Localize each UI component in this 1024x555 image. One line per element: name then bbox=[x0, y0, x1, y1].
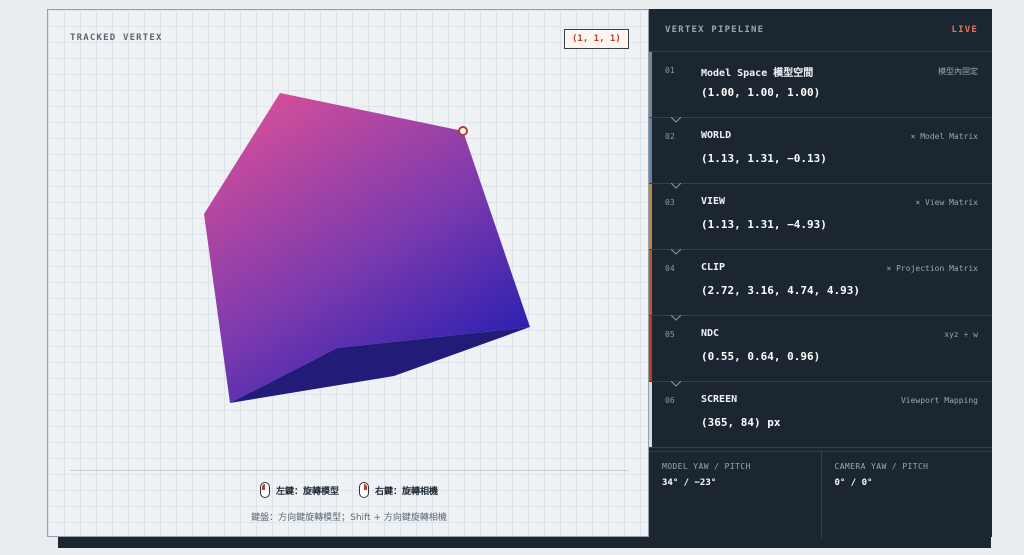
stage-color-bar bbox=[649, 316, 652, 381]
stage-color-bar bbox=[649, 250, 652, 315]
tracked-vertex-marker bbox=[458, 126, 468, 136]
chevron-down-icon bbox=[671, 183, 681, 189]
mouse-right-icon bbox=[359, 482, 369, 498]
3d-viewport[interactable]: TRACKED VERTEX (1, 1, 1) 左鍵：旋轉模型 右鍵：旋轉相機… bbox=[47, 9, 649, 537]
stage-number: 05 bbox=[665, 330, 675, 339]
camera-rotation-label: CAMERA YAW / PITCH bbox=[834, 462, 929, 471]
stage-value: (0.55, 0.64, 0.96) bbox=[701, 350, 821, 363]
stage-name: SCREEN bbox=[701, 394, 738, 405]
stage-value: (365, 84) px bbox=[701, 416, 781, 429]
stage-value: (1.00, 1.00, 1.00) bbox=[701, 86, 821, 99]
stage-operation: 模型內固定 bbox=[938, 67, 978, 76]
model-rotation-value: 34° / −23° bbox=[662, 478, 717, 488]
right-click-hint: 右鍵：旋轉相機 bbox=[359, 482, 438, 498]
demo-card: TRACKED VERTEX (1, 1, 1) 左鍵：旋轉模型 右鍵：旋轉相機… bbox=[47, 9, 992, 538]
stage-number: 02 bbox=[665, 132, 675, 141]
stage-operation: xyz ÷ w bbox=[944, 330, 978, 339]
panel-title: VERTEX PIPELINE bbox=[665, 25, 765, 35]
stage-color-bar bbox=[649, 118, 652, 183]
model-rotation-label: MODEL YAW / PITCH bbox=[662, 462, 751, 471]
stage-name: Model Space 模型空間 bbox=[701, 68, 814, 79]
stage-number: 06 bbox=[665, 396, 675, 405]
stage-operation: Viewport Mapping bbox=[900, 396, 978, 405]
pipeline-stages: 01 Model Space 模型空間 模型內固定 (1.00, 1.00, 1.00… bbox=[649, 52, 992, 448]
vertex-pipeline-panel: VERTEX PIPELINE LIVE 01 Model Space 模型空間 模… bbox=[649, 9, 992, 538]
pipeline-stage: 02 WORLD × Model Matrix (1.13, 1.31, −0.13) bbox=[649, 117, 992, 184]
hint-divider bbox=[70, 470, 628, 471]
stage-color-bar bbox=[649, 52, 652, 117]
keyboard-hint: 鍵盤：方向鍵旋轉模型；Shift + 方向鍵旋轉相機 bbox=[251, 513, 447, 523]
mouse-hints: 左鍵：旋轉模型 右鍵：旋轉相機 bbox=[48, 482, 650, 498]
model-rotation: MODEL YAW / PITCH 34° / −23° bbox=[649, 452, 821, 538]
rotation-footer: MODEL YAW / PITCH 34° / −23° CAMERA YAW … bbox=[649, 451, 992, 538]
stage-color-bar bbox=[649, 382, 652, 447]
stage-name: WORLD bbox=[701, 130, 732, 141]
stage-name: NDC bbox=[701, 328, 720, 339]
stage-operation: × View Matrix bbox=[915, 198, 978, 207]
chevron-down-icon bbox=[671, 117, 681, 123]
right-click-label: 右鍵：旋轉相機 bbox=[375, 486, 439, 497]
pipeline-stage: 05 NDC xyz ÷ w (0.55, 0.64, 0.96) bbox=[649, 315, 992, 382]
left-click-hint: 左鍵：旋轉模型 bbox=[259, 482, 339, 498]
mouse-left-icon bbox=[259, 482, 270, 498]
chevron-down-icon bbox=[671, 249, 681, 255]
left-click-label: 左鍵：旋轉模型 bbox=[275, 486, 339, 497]
chevron-down-icon bbox=[671, 381, 681, 387]
stage-number: 03 bbox=[665, 198, 675, 207]
stage-operation: × Projection Matrix bbox=[886, 264, 978, 273]
pipeline-stage: 01 Model Space 模型空間 模型內固定 (1.00, 1.00, 1.00… bbox=[649, 52, 992, 118]
panel-header: VERTEX PIPELINE LIVE bbox=[649, 9, 992, 52]
pipeline-stage: 06 SCREEN Viewport Mapping (365, 84) px bbox=[649, 381, 992, 448]
stage-value: (1.13, 1.31, −4.93) bbox=[701, 218, 827, 231]
stage-number: 04 bbox=[665, 264, 675, 273]
cube-canvas[interactable] bbox=[48, 10, 650, 538]
stage-value: (1.13, 1.31, −0.13) bbox=[701, 152, 827, 165]
pipeline-stage: 04 CLIP × Projection Matrix (2.72, 3.16, 4.… bbox=[649, 249, 992, 316]
stage-value: (2.72, 3.16, 4.74, 4.93) bbox=[701, 284, 860, 297]
stage-name: VIEW bbox=[701, 196, 726, 207]
stage-color-bar bbox=[649, 184, 652, 249]
stage-number: 01 bbox=[665, 66, 675, 75]
camera-rotation-value: 0° / 0° bbox=[834, 478, 873, 488]
camera-rotation: CAMERA YAW / PITCH 0° / 0° bbox=[820, 452, 993, 538]
stage-name: CLIP bbox=[701, 262, 726, 273]
stage-operation: × Model Matrix bbox=[910, 132, 978, 141]
chevron-down-icon bbox=[671, 315, 681, 321]
live-indicator: LIVE bbox=[951, 25, 978, 35]
pipeline-stage: 03 VIEW × View Matrix (1.13, 1.31, −4.93) bbox=[649, 183, 992, 250]
